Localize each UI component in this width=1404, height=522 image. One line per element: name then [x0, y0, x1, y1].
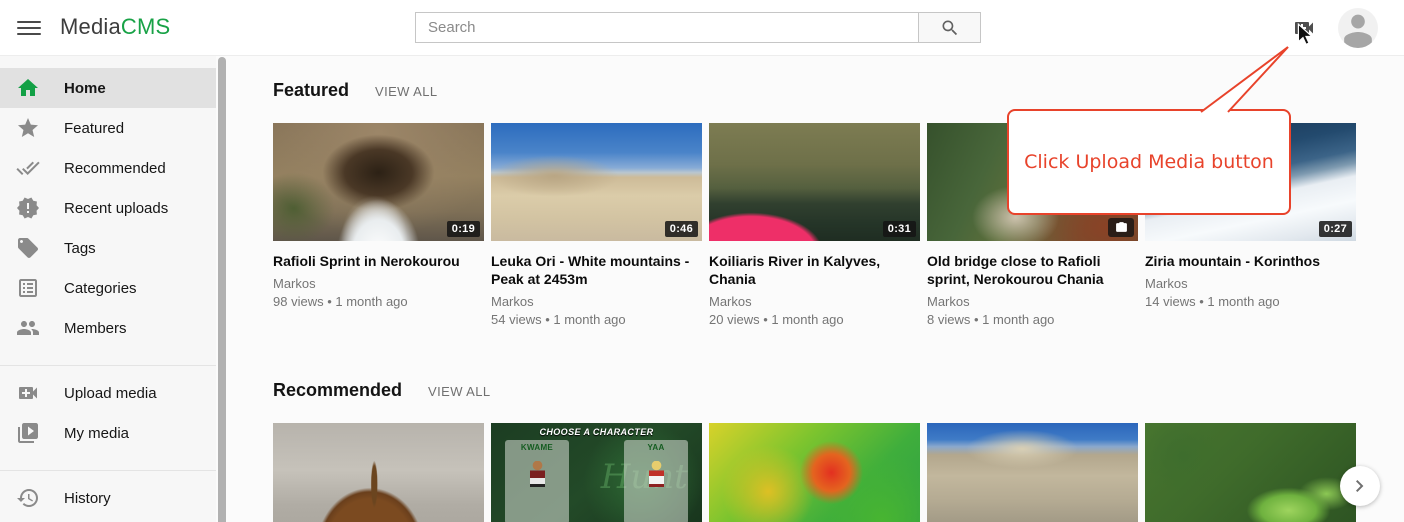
- history-icon: [16, 486, 40, 510]
- categories-icon: [16, 276, 40, 300]
- game-character-name: YAA: [624, 443, 688, 452]
- sidebar-divider: [0, 470, 216, 471]
- chevron-right-icon: [1348, 474, 1372, 498]
- sidebar-item-tags[interactable]: Tags: [0, 228, 216, 268]
- sidebar-item-recommended[interactable]: Recommended: [0, 148, 216, 188]
- hamburger-menu-icon[interactable]: [14, 13, 44, 43]
- media-title[interactable]: Ziria mountain - Korinthos: [1145, 252, 1356, 270]
- recommended-section-title: Recommended: [273, 380, 402, 401]
- media-thumbnail[interactable]: 0:31: [709, 123, 920, 241]
- new-releases-icon: [16, 196, 40, 220]
- media-card: [927, 423, 1138, 522]
- media-card: 0:46 Leuka Ori - White mountains - Peak …: [491, 123, 702, 327]
- image-type-badge: [1108, 218, 1134, 237]
- duration-badge: 0:31: [883, 221, 916, 237]
- sidebar-item-categories[interactable]: Categories: [0, 268, 216, 308]
- media-thumbnail[interactable]: [709, 423, 920, 522]
- media-card: [273, 423, 484, 522]
- game-character-name: KWAME: [505, 443, 569, 452]
- game-character-sprite: [530, 461, 545, 487]
- top-bar: MediaCMS: [0, 0, 1404, 56]
- app-logo[interactable]: MediaCMS: [60, 14, 170, 40]
- sidebar-item-history[interactable]: History: [0, 478, 216, 518]
- carousel-next-button[interactable]: [1340, 466, 1380, 506]
- media-card: CHOOSE A CHARACTER Hunt KWAME YAA Select…: [491, 423, 702, 522]
- game-character-panel: KWAME: [505, 440, 569, 522]
- media-meta: 54 views • 1 month ago: [491, 312, 702, 327]
- media-thumbnail[interactable]: 0:46: [491, 123, 702, 241]
- sidebar: Home Featured Recommended Recent uploads…: [0, 56, 216, 522]
- tooltip-text: Click Upload Media button: [1024, 151, 1274, 173]
- video-library-icon: [16, 421, 40, 445]
- sidebar-item-label: Home: [64, 80, 106, 97]
- sidebar-item-label: Featured: [64, 120, 124, 137]
- media-meta: 20 views • 1 month ago: [709, 312, 920, 327]
- sidebar-scrollbar[interactable]: [218, 57, 226, 522]
- media-card: [1145, 423, 1356, 522]
- featured-view-all-link[interactable]: VIEW ALL: [375, 84, 437, 99]
- logo-media-text: Media: [60, 14, 121, 39]
- video-call-icon: [16, 381, 40, 405]
- duration-badge: 0:19: [447, 221, 480, 237]
- media-thumbnail[interactable]: [273, 423, 484, 522]
- members-icon: [16, 316, 40, 340]
- media-author[interactable]: Markos: [709, 294, 920, 309]
- sidebar-item-label: Upload media: [64, 385, 157, 402]
- sidebar-item-label: Recommended: [64, 160, 166, 177]
- sidebar-item-label: Recent uploads: [64, 200, 168, 217]
- featured-section-title: Featured: [273, 80, 349, 101]
- media-card: 0:19 Rafioli Sprint in Nerokourou Markos…: [273, 123, 484, 327]
- media-author[interactable]: Markos: [273, 276, 484, 291]
- search-button[interactable]: [918, 13, 980, 42]
- sidebar-item-label: My media: [64, 425, 129, 442]
- sidebar-item-label: History: [64, 490, 111, 507]
- game-thumb-heading: CHOOSE A CHARACTER: [491, 427, 702, 437]
- game-character-sprite: [649, 461, 664, 487]
- user-avatar[interactable]: [1338, 8, 1378, 48]
- media-card: [709, 423, 920, 522]
- sidebar-item-label: Members: [64, 320, 127, 337]
- media-meta: 8 views • 1 month ago: [927, 312, 1138, 327]
- star-icon: [16, 116, 40, 140]
- media-title[interactable]: Koiliaris River in Kalyves, Chania: [709, 252, 920, 288]
- media-meta: 14 views • 1 month ago: [1145, 294, 1356, 309]
- person-icon: [1338, 8, 1378, 48]
- sidebar-item-home[interactable]: Home: [0, 68, 216, 108]
- media-thumbnail[interactable]: CHOOSE A CHARACTER Hunt KWAME YAA Select…: [491, 423, 702, 522]
- sidebar-item-label: Categories: [64, 280, 137, 297]
- media-author[interactable]: Markos: [491, 294, 702, 309]
- media-thumbnail[interactable]: [927, 423, 1138, 522]
- search-input[interactable]: [416, 13, 918, 42]
- media-thumbnail[interactable]: 0:19: [273, 123, 484, 241]
- sidebar-item-featured[interactable]: Featured: [0, 108, 216, 148]
- logo-cms-text: CMS: [121, 14, 171, 39]
- upload-media-icon[interactable]: [1292, 16, 1316, 40]
- tutorial-tooltip: Click Upload Media button: [1007, 109, 1291, 215]
- media-card: 0:31 Koiliaris River in Kalyves, Chania …: [709, 123, 920, 327]
- home-icon: [16, 76, 40, 100]
- done-all-icon: [16, 156, 40, 180]
- media-title[interactable]: Rafioli Sprint in Nerokourou: [273, 252, 484, 270]
- duration-badge: 0:46: [665, 221, 698, 237]
- recommended-view-all-link[interactable]: VIEW ALL: [428, 384, 490, 399]
- search-bar: [415, 12, 981, 43]
- media-author[interactable]: Markos: [1145, 276, 1356, 291]
- tag-icon: [16, 236, 40, 260]
- media-title[interactable]: Leuka Ori - White mountains - Peak at 24…: [491, 252, 702, 288]
- game-character-panel: YAA: [624, 440, 688, 522]
- camera-icon: [1115, 221, 1128, 234]
- sidebar-item-my-media[interactable]: My media: [0, 413, 216, 453]
- recommended-section: Recommended VIEW ALL CHOOSE A CHARACTER …: [273, 380, 1359, 522]
- search-icon: [940, 18, 960, 38]
- media-thumbnail[interactable]: [1145, 423, 1356, 522]
- duration-badge: 0:27: [1319, 221, 1352, 237]
- sidebar-item-upload-media[interactable]: Upload media: [0, 373, 216, 413]
- sidebar-divider: [0, 365, 216, 366]
- sidebar-item-label: Tags: [64, 240, 96, 257]
- media-meta: 98 views • 1 month ago: [273, 294, 484, 309]
- sidebar-item-recent-uploads[interactable]: Recent uploads: [0, 188, 216, 228]
- sidebar-item-members[interactable]: Members: [0, 308, 216, 348]
- media-title[interactable]: Old bridge close to Rafioli sprint, Nero…: [927, 252, 1138, 288]
- media-author[interactable]: Markos: [927, 294, 1138, 309]
